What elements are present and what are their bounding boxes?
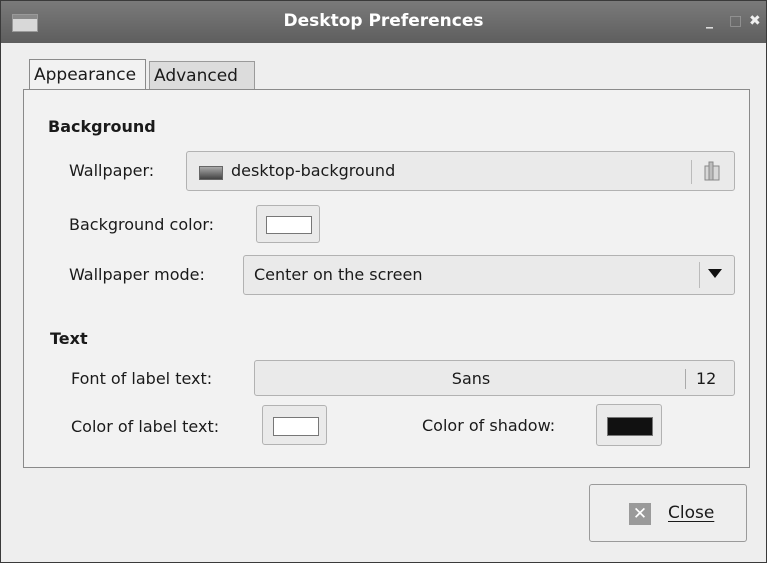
label-color-label: Color of label text: <box>71 417 220 436</box>
maximize-button[interactable]: □ <box>729 12 742 30</box>
window-title: Desktop Preferences <box>283 11 484 31</box>
background-heading: Background <box>48 117 156 136</box>
close-window-button[interactable]: ✖ <box>749 12 761 30</box>
background-color-label: Background color: <box>69 215 215 234</box>
tab-advanced[interactable]: Advanced <box>149 61 255 89</box>
shadow-color-swatch <box>607 417 653 436</box>
label-color-button[interactable] <box>262 405 327 445</box>
font-separator <box>685 369 686 389</box>
close-button-label: Close <box>668 503 715 523</box>
folder-icon <box>704 161 720 181</box>
shadow-color-label: Color of shadow: <box>422 416 556 435</box>
background-color-button[interactable] <box>256 205 320 243</box>
wallpaper-chooser[interactable]: desktop-background <box>186 151 735 191</box>
background-color-swatch <box>266 216 312 234</box>
wallpaper-mode-value: Center on the screen <box>254 265 423 284</box>
font-label: Font of label text: <box>71 369 213 388</box>
wallpaper-filename: desktop-background <box>231 161 396 180</box>
shadow-color-button[interactable] <box>596 404 662 446</box>
minimize-button[interactable]: _ <box>706 12 713 30</box>
dropdown-separator <box>699 262 700 288</box>
title-bar[interactable]: Desktop Preferences _ □ ✖ <box>1 1 766 43</box>
wallpaper-label: Wallpaper: <box>69 161 155 180</box>
label-color-swatch <box>273 417 319 436</box>
desktop-preferences-window: Desktop Preferences _ □ ✖ Appearance Adv… <box>0 0 767 563</box>
close-button[interactable]: ✕ Close <box>589 484 747 542</box>
close-icon: ✕ <box>629 503 651 525</box>
wallpaper-mode-select[interactable]: Center on the screen <box>243 255 735 295</box>
text-heading: Text <box>50 329 88 348</box>
wallpaper-mode-label: Wallpaper mode: <box>69 265 205 284</box>
image-file-icon <box>199 166 223 180</box>
font-button[interactable]: Sans 12 <box>254 360 735 396</box>
font-size: 12 <box>696 369 717 388</box>
wallpaper-separator <box>691 160 692 184</box>
chevron-down-icon <box>708 269 722 278</box>
tab-appearance[interactable]: Appearance <box>29 59 146 89</box>
font-name: Sans <box>451 369 491 388</box>
